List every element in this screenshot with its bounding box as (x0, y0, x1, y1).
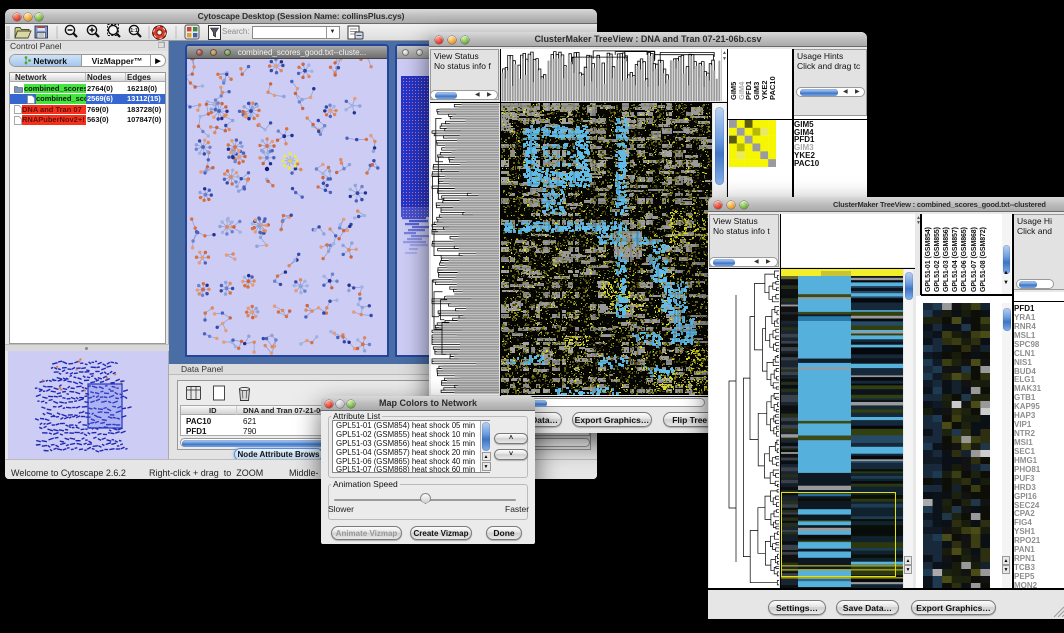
svg-text:1:1: 1:1 (130, 28, 137, 34)
